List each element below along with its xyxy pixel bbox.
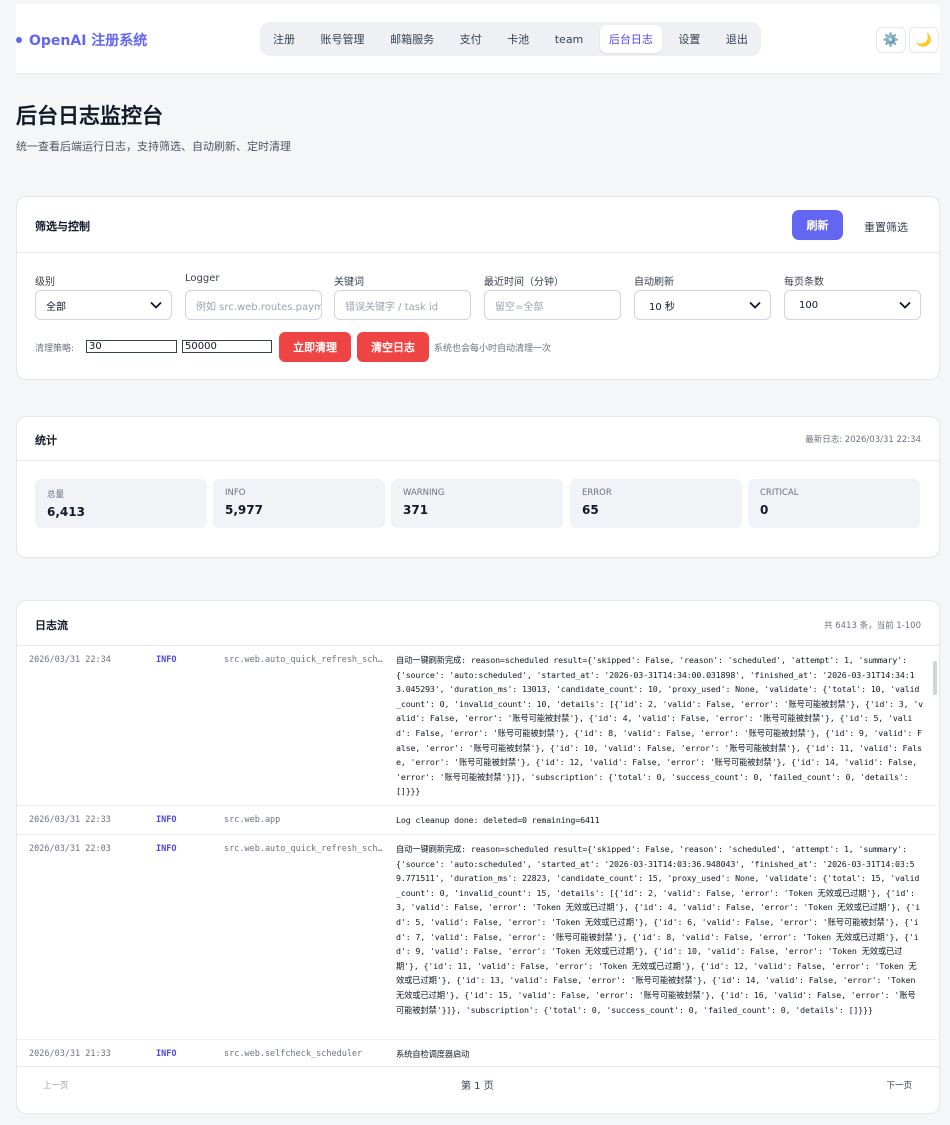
log-level: INFO — [156, 1049, 177, 1059]
settings-button[interactable]: ⚙️ — [876, 27, 906, 53]
chevron-down-icon — [899, 301, 911, 309]
log-level: INFO — [156, 655, 177, 665]
nav-logs[interactable]: 后台日志 — [599, 25, 662, 53]
stat-value: 0 — [760, 503, 769, 517]
main-nav: 注册 账号管理 邮箱服务 支付 卡池 team 后台日志 设置 退出 — [260, 22, 761, 56]
nav-email-service[interactable]: 邮箱服务 — [381, 25, 443, 53]
stat-value: 65 — [582, 503, 599, 517]
cleanup-now-button[interactable]: 立即清理 — [279, 332, 351, 362]
keyword-label: 关键词 — [334, 277, 364, 288]
nav-accounts[interactable]: 账号管理 — [312, 25, 374, 53]
page-indicator: 第 1 页 — [461, 1081, 494, 1092]
latest-log-time: 最新日志: 2026/03/31 22:34 — [805, 435, 921, 445]
stat-critical: CRITICAL 0 — [748, 479, 920, 528]
log-stream-card: 日志流 共 6413 条，当前 1-100 2026/03/31 22:34 I… — [16, 600, 940, 1114]
auto-refresh-select[interactable]: 10 秒 — [634, 290, 771, 320]
page-title: 后台日志监控台 — [16, 104, 163, 128]
log-time: 2026/03/31 22:34 — [29, 655, 111, 665]
auto-refresh-value: 10 秒 — [649, 301, 675, 313]
log-level: INFO — [156, 815, 177, 825]
log-row: 2026/03/31 21:33 INFO src.web.selfcheck_… — [17, 1040, 937, 1066]
theme-toggle-button[interactable]: 🌙 — [909, 27, 939, 53]
log-message: Log cleanup done: deleted=0 remaining=64… — [396, 815, 600, 825]
nav-payment[interactable]: 支付 — [451, 25, 491, 53]
nav-register[interactable]: 注册 — [264, 25, 304, 53]
stats-card-title: 统计 — [35, 434, 57, 447]
cleanup-note: 系统也会每小时自动清理一次 — [434, 344, 552, 354]
clear-logs-button[interactable]: 清空日志 — [357, 332, 429, 362]
stat-value: 371 — [403, 503, 429, 517]
app-header: OpenAI 注册系统 注册 账号管理 邮箱服务 支付 卡池 team 后台日志… — [16, 4, 940, 74]
page-size-select[interactable]: 100 — [784, 290, 921, 320]
page-size-value: 100 — [799, 299, 819, 311]
log-time: 2026/03/31 22:03 — [29, 844, 111, 854]
stat-value: 5,977 — [225, 503, 263, 517]
log-time: 2026/03/31 21:33 — [29, 1049, 111, 1059]
cleanup-label: 清理策略: — [35, 344, 75, 354]
reset-filter-button[interactable]: 重置筛选 — [864, 219, 908, 235]
log-level: INFO — [156, 844, 177, 854]
app-title: OpenAI 注册系统 — [29, 33, 148, 49]
stats-card-header: 统计 最新日志: 2026/03/31 22:34 — [17, 417, 939, 461]
page-subtitle: 统一查看后端运行日志，支持筛选、自动刷新、定时清理 — [16, 140, 291, 153]
log-logger: src.web.app — [224, 815, 281, 825]
log-scrollbar[interactable] — [933, 661, 937, 695]
page-size-label: 每页条数 — [784, 277, 824, 288]
log-row: 2026/03/31 22:34 INFO src.web.auto_quick… — [17, 646, 937, 806]
minutes-label: 最近时间（分钟） — [484, 277, 564, 288]
stat-label: 总量 — [47, 490, 65, 500]
log-message: 自动一键刷新完成: reason=scheduled result={'skip… — [396, 844, 921, 1015]
filter-card-title: 筛选与控制 — [35, 220, 90, 233]
app-logo[interactable]: OpenAI 注册系统 — [16, 30, 147, 50]
logger-input[interactable]: 例如 src.web.routes.payment — [185, 290, 322, 320]
gear-icon: ⚙️ — [882, 32, 900, 48]
moon-icon: 🌙 — [915, 32, 933, 48]
level-select-value: 全部 — [46, 301, 66, 313]
log-message: 自动一键刷新完成: reason=scheduled result={'skip… — [396, 655, 924, 797]
nav-team[interactable]: team — [546, 27, 593, 52]
log-logger: src.web.selfcheck_scheduler — [224, 1049, 363, 1059]
auto-refresh-label: 自动刷新 — [634, 277, 674, 288]
minutes-input[interactable]: 留空=全部 — [484, 290, 621, 320]
stat-warning: WARNING 371 — [391, 479, 563, 528]
filter-card: 筛选与控制 刷新 重置筛选 级别 全部 Logger 例如 src.web.ro… — [16, 196, 940, 380]
stats-card: 统计 最新日志: 2026/03/31 22:34 总量 6,413 INFO … — [16, 416, 940, 558]
log-time: 2026/03/31 22:33 — [29, 815, 111, 825]
log-logger: src.web.auto_quick_refresh_scheduler — [224, 844, 386, 854]
log-logger: src.web.auto_quick_refresh_scheduler — [224, 655, 386, 665]
log-card-title: 日志流 — [35, 619, 68, 632]
cleanup-days-input[interactable]: 30 — [86, 340, 177, 353]
log-list[interactable]: 2026/03/31 22:34 INFO src.web.auto_quick… — [17, 646, 939, 1067]
nav-logout[interactable]: 退出 — [717, 25, 757, 53]
logo-dot-icon — [16, 37, 22, 43]
nav-settings[interactable]: 设置 — [669, 25, 709, 53]
chevron-down-icon — [150, 301, 162, 309]
log-summary: 共 6413 条，当前 1-100 — [824, 621, 921, 631]
stat-label: CRITICAL — [760, 488, 799, 498]
stat-value: 6,413 — [47, 505, 85, 519]
stat-label: WARNING — [403, 488, 445, 498]
stat-label: ERROR — [582, 488, 612, 498]
keyword-input[interactable]: 错误关键字 / task id — [334, 290, 471, 320]
refresh-button[interactable]: 刷新 — [792, 210, 843, 240]
filter-card-header: 筛选与控制 刷新 重置筛选 — [17, 197, 939, 253]
log-row: 2026/03/31 22:03 INFO src.web.auto_quick… — [17, 835, 937, 1040]
log-message: 系统自检调度器启动 — [396, 1049, 470, 1059]
stat-info: INFO 5,977 — [213, 479, 385, 528]
next-page-button[interactable]: 下一页 — [886, 1079, 912, 1091]
cleanup-max-input[interactable]: 50000 — [182, 340, 272, 353]
log-row: 2026/03/31 22:33 INFO src.web.app Log cl… — [17, 806, 937, 835]
prev-page-button[interactable]: 上一页 — [43, 1079, 69, 1091]
stat-total: 总量 6,413 — [35, 479, 207, 528]
logger-label: Logger — [185, 273, 220, 284]
stat-label: INFO — [225, 488, 246, 498]
level-select[interactable]: 全部 — [35, 290, 172, 320]
stat-error: ERROR 65 — [570, 479, 742, 528]
nav-card-pool[interactable]: 卡池 — [498, 25, 538, 53]
level-label: 级别 — [35, 277, 55, 288]
log-card-header: 日志流 共 6413 条，当前 1-100 — [17, 601, 939, 646]
chevron-down-icon — [749, 301, 761, 309]
